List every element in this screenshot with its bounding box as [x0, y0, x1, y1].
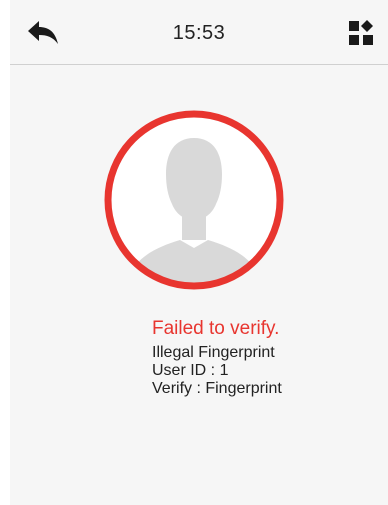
user-silhouette-icon [104, 110, 284, 290]
menu-button[interactable] [348, 20, 374, 46]
failure-reason: Illegal Fingerprint [152, 344, 275, 361]
verify-mode: Verify : Fingerprint [152, 380, 282, 397]
user-avatar [94, 100, 294, 300]
failure-title: Failed to verify. [152, 318, 280, 339]
verification-result: Failed to verify. Illegal Fingerprint Us… [152, 318, 382, 398]
device-screen: 15:53 Failed to verify. Illegal Fingerpr… [10, 0, 388, 505]
top-bar: 15:53 [10, 0, 388, 65]
clock-time: 15:53 [172, 22, 226, 44]
user-id: User ID : 1 [152, 362, 229, 379]
grid-menu-icon [349, 20, 373, 45]
